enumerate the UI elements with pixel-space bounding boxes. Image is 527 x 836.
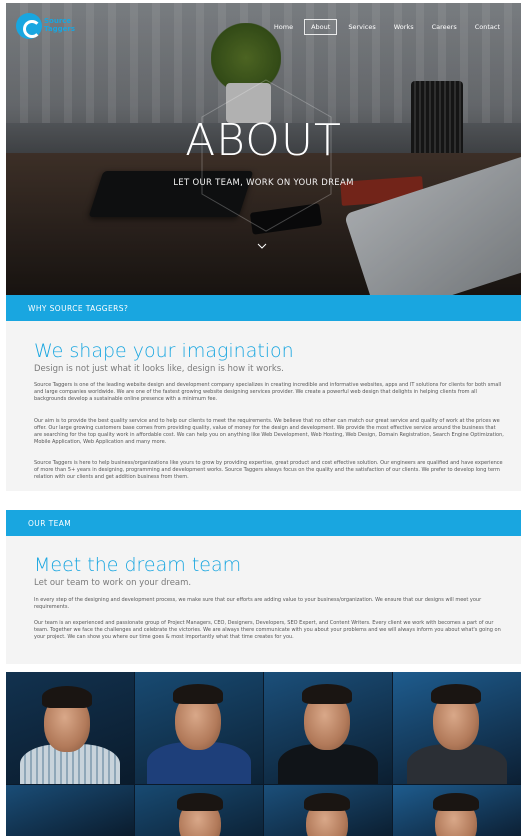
brand-logo[interactable]: Source Taggers bbox=[16, 13, 86, 41]
nav-services[interactable]: Services bbox=[341, 19, 382, 35]
scroll-indicator bbox=[327, 0, 361, 3]
team-band: OUR TEAM bbox=[6, 510, 521, 543]
page: Source Taggers Home About Services Works… bbox=[0, 0, 527, 836]
team-member-photo[interactable] bbox=[6, 785, 134, 836]
brand-name: Source Taggers bbox=[44, 17, 75, 33]
main-nav: Home About Services Works Careers Contac… bbox=[267, 19, 507, 35]
why-paragraph-3: Source Taggers is here to help business/… bbox=[34, 460, 503, 480]
team-member-photo[interactable] bbox=[135, 672, 263, 784]
nav-works[interactable]: Works bbox=[387, 19, 421, 35]
team-panel: Meet the dream team Let our team to work… bbox=[6, 536, 521, 664]
why-paragraph-1: Source Taggers is one of the leading web… bbox=[34, 382, 502, 402]
team-heading: Meet the dream team bbox=[34, 554, 242, 576]
why-band: WHY SOURCE TAGGERS? bbox=[6, 295, 521, 328]
hero-subtitle: LET OUR TEAM, WORK ON YOUR DREAM bbox=[173, 178, 354, 188]
team-paragraph-2: Our team is an experienced and passionat… bbox=[34, 620, 501, 640]
team-member-photo[interactable] bbox=[6, 672, 134, 784]
nav-careers[interactable]: Careers bbox=[425, 19, 464, 35]
team-member-photo[interactable] bbox=[264, 672, 392, 784]
hero-title: ABOUT bbox=[185, 115, 342, 166]
brand-line-2: Taggers bbox=[44, 25, 75, 33]
hero-banner: Source Taggers Home About Services Works… bbox=[6, 3, 521, 295]
team-member-photo[interactable] bbox=[393, 785, 521, 836]
nav-about[interactable]: About bbox=[304, 19, 338, 35]
why-band-label: WHY SOURCE TAGGERS? bbox=[28, 304, 129, 313]
chevron-down-icon[interactable] bbox=[257, 241, 267, 251]
nav-contact[interactable]: Contact bbox=[468, 19, 507, 35]
logo-icon bbox=[16, 13, 42, 39]
team-paragraph-1: In every step of the designing and devel… bbox=[34, 597, 482, 610]
team-band-label: OUR TEAM bbox=[28, 519, 72, 528]
team-photo-grid bbox=[6, 672, 521, 836]
team-member-photo[interactable] bbox=[393, 672, 521, 784]
team-member-photo[interactable] bbox=[264, 785, 392, 836]
why-paragraph-2: Our aim is to provide the best quality s… bbox=[34, 418, 504, 445]
why-tagline: Design is not just what it looks like, d… bbox=[34, 364, 284, 374]
why-panel: We shape your imagination Design is not … bbox=[6, 321, 521, 491]
team-tagline: Let our team to work on your dream. bbox=[34, 578, 192, 588]
brand-line-1: Source bbox=[44, 17, 72, 25]
why-heading: We shape your imagination bbox=[34, 340, 294, 362]
nav-home[interactable]: Home bbox=[267, 19, 300, 35]
team-member-photo[interactable] bbox=[135, 785, 263, 836]
